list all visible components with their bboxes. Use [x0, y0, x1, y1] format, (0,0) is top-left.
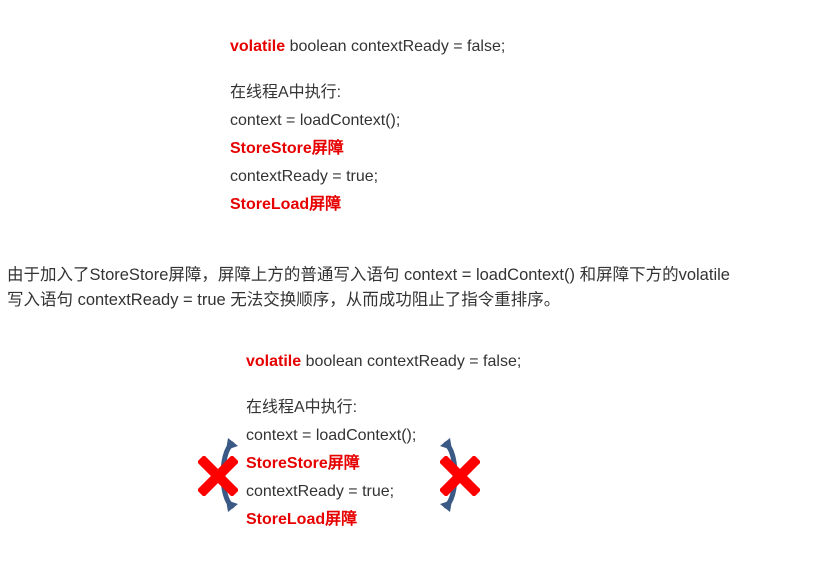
declaration-line: volatile boolean contextReady = false; [230, 33, 505, 61]
storeload-barrier-label: StoreLoad屏障 [230, 196, 342, 213]
right-blocked-swap-marker [436, 438, 482, 512]
declaration-line: volatile boolean contextReady = false; [246, 348, 521, 376]
context-ready-line: contextReady = true; [230, 168, 379, 185]
code-block-original: volatile boolean contextReady = false; 在… [230, 33, 505, 219]
explanation-line-2: 写入语句 contextReady = true 无法交换顺序，从而成功阻止了指… [7, 291, 561, 309]
storestore-barrier-label: StoreStore屏障 [230, 140, 344, 157]
red-x-mark-icon [198, 456, 238, 496]
volatile-keyword: volatile [246, 353, 302, 370]
explanation-paragraph: 由于加入了StoreStore屏障，屏障上方的普通写入语句 context = … [7, 263, 829, 313]
left-blocked-swap-marker [198, 438, 244, 512]
volatile-keyword: volatile [230, 38, 286, 55]
declaration-rest: boolean contextReady = false; [285, 38, 506, 55]
explanation-line-1: 由于加入了StoreStore屏障，屏障上方的普通写入语句 context = … [7, 266, 730, 284]
context-assignment-line: context = loadContext(); [230, 112, 401, 129]
thread-label: 在线程A中执行: [230, 84, 342, 101]
thread-label: 在线程A中执行: [246, 399, 358, 416]
declaration-rest: boolean contextReady = false; [301, 353, 522, 370]
red-x-mark-icon [440, 456, 480, 496]
